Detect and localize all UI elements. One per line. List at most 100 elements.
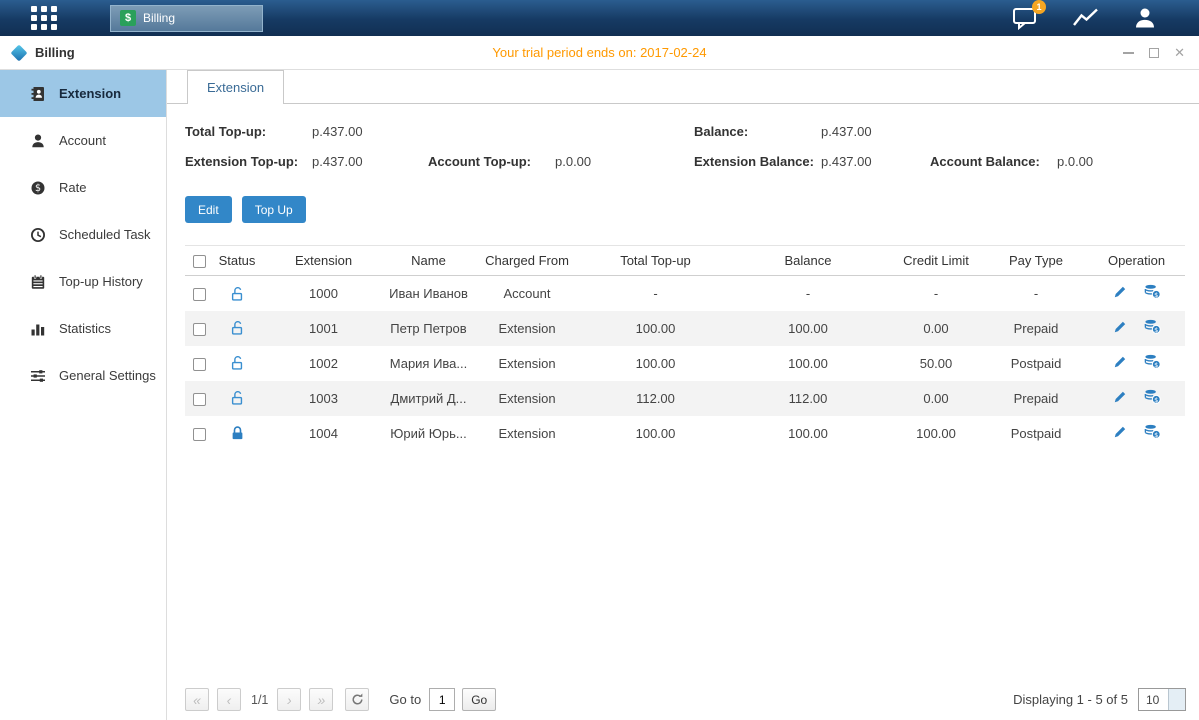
status-cell [213,276,261,311]
row-checkbox[interactable] [193,428,206,441]
column-header-status[interactable]: Status [213,246,261,276]
top-up-coins-icon[interactable]: $ [1144,389,1161,407]
app-launcher-grid-icon[interactable] [30,5,58,31]
edit-pencil-icon[interactable] [1113,389,1128,407]
prev-page-button[interactable] [217,688,241,711]
maximize-icon[interactable] [1149,48,1159,58]
cell-credit-limit: 50.00 [888,346,984,381]
next-page-icon [287,693,292,707]
sidebar-item-statistics[interactable]: Statistics [0,305,166,352]
cell-credit-limit: - [888,276,984,311]
checkbox-cell [185,311,213,346]
edit-pencil-icon[interactable] [1113,319,1128,337]
rate-icon: $ [30,180,46,196]
edit-pencil-icon[interactable] [1113,284,1128,302]
messages-icon[interactable]: 1 [1012,6,1038,30]
column-header-balance[interactable]: Balance [728,246,888,276]
cell-balance: 100.00 [728,311,888,346]
top-up-coins-icon[interactable]: $ [1144,284,1161,302]
notification-badge: 1 [1032,0,1046,14]
user-account-icon[interactable] [1133,6,1157,30]
summary-label: Total Top-up: [185,121,312,142]
summary-label: Balance: [694,121,821,142]
first-page-button[interactable] [185,688,209,711]
trial-notice: Your trial period ends on: 2017-02-24 [0,45,1199,60]
table-row[interactable]: 1002Мария Ива...Extension100.00100.0050.… [185,346,1185,381]
cell-name: Иван Иванов [386,276,471,311]
goto-label: Go to [389,692,421,707]
svg-text:$: $ [1154,326,1158,334]
prev-page-icon [227,693,232,707]
cell-extension: 1002 [261,346,386,381]
summary-grid: Total Top-up:p.437.00Balance:p.437.00Ext… [185,121,1186,172]
page-size-select[interactable]: 10 [1138,688,1186,711]
summary-label: Account Balance: [930,151,1057,172]
sidebar-item-account[interactable]: Account [0,117,166,164]
taskbar-tab-label: Billing [143,11,175,25]
checkbox-cell [185,416,213,451]
refresh-button[interactable] [345,688,369,711]
sidebar-item-general-settings[interactable]: General Settings [0,352,166,399]
status-unlocked-icon [230,390,245,406]
table-row[interactable]: 1001Петр ПетровExtension100.00100.000.00… [185,311,1185,346]
status-unlocked-icon [230,286,245,302]
edit-button[interactable]: Edit [185,196,232,223]
column-header-extension[interactable]: Extension [261,246,386,276]
table-row[interactable]: 1004Юрий Юрь...Extension100.00100.00100.… [185,416,1185,451]
line-chart-icon [1072,6,1099,30]
sliders-icon [30,368,46,384]
last-page-button[interactable] [309,688,333,711]
operation-cell: $ [1088,416,1185,451]
cell-total-topup: 100.00 [583,346,728,381]
table-row[interactable]: 1000Иван ИвановAccount----$ [185,276,1185,311]
cell-balance: 100.00 [728,346,888,381]
cell-total-topup: 100.00 [583,311,728,346]
summary-label: Extension Top-up: [185,151,312,172]
minimize-icon[interactable] [1123,52,1134,54]
column-header-total-top-up[interactable]: Total Top-up [583,246,728,276]
summary-value: p.437.00 [821,154,872,169]
sidebar-item-extension[interactable]: Extension [0,70,166,117]
close-icon[interactable] [1174,45,1185,61]
row-checkbox[interactable] [193,323,206,336]
top-up-coins-icon[interactable]: $ [1144,354,1161,372]
column-header-name[interactable]: Name [386,246,471,276]
column-header-operation[interactable]: Operation [1088,246,1185,276]
select-all-checkbox[interactable] [193,255,206,268]
top-up-button[interactable]: Top Up [242,196,306,223]
pagination-bar: 1/1 Go to Go Displaying 1 - 5 of 5 10 [185,688,1186,711]
edit-pencil-icon[interactable] [1113,354,1128,372]
column-header-charged-from[interactable]: Charged From [471,246,583,276]
cell-charged-from: Extension [471,416,583,451]
sidebar-item-top-up-history[interactable]: Top-up History [0,258,166,305]
column-header-pay-type[interactable]: Pay Type [984,246,1088,276]
svg-text:$: $ [1154,396,1158,404]
summary-value: p.0.00 [555,154,591,169]
next-page-button[interactable] [277,688,301,711]
sidebar-item-rate[interactable]: $Rate [0,164,166,211]
edit-pencil-icon[interactable] [1113,424,1128,442]
status-cell [213,311,261,346]
svg-text:$: $ [35,183,41,194]
top-up-coins-icon[interactable]: $ [1144,424,1161,442]
cell-pay-type: Postpaid [984,346,1088,381]
window-titlebar: Billing Your trial period ends on: 2017-… [0,36,1199,70]
go-button[interactable]: Go [462,688,496,711]
row-checkbox[interactable] [193,393,206,406]
top-up-coins-icon[interactable]: $ [1144,319,1161,337]
row-checkbox[interactable] [193,358,206,371]
column-header-credit-limit[interactable]: Credit Limit [888,246,984,276]
row-checkbox[interactable] [193,288,206,301]
statistics-chart-icon[interactable] [1072,6,1099,30]
grid-icon [30,5,58,31]
cell-name: Юрий Юрь... [386,416,471,451]
cell-credit-limit: 100.00 [888,416,984,451]
tab-extension[interactable]: Extension [187,70,284,104]
taskbar-billing-tab[interactable]: Billing [110,5,263,32]
svg-text:$: $ [1154,291,1158,299]
sidebar-item-scheduled-task[interactable]: Scheduled Task [0,211,166,258]
cell-pay-type: Prepaid [984,381,1088,416]
goto-page-input[interactable] [429,688,455,711]
table-row[interactable]: 1003Дмитрий Д...Extension112.00112.000.0… [185,381,1185,416]
status-cell [213,381,261,416]
